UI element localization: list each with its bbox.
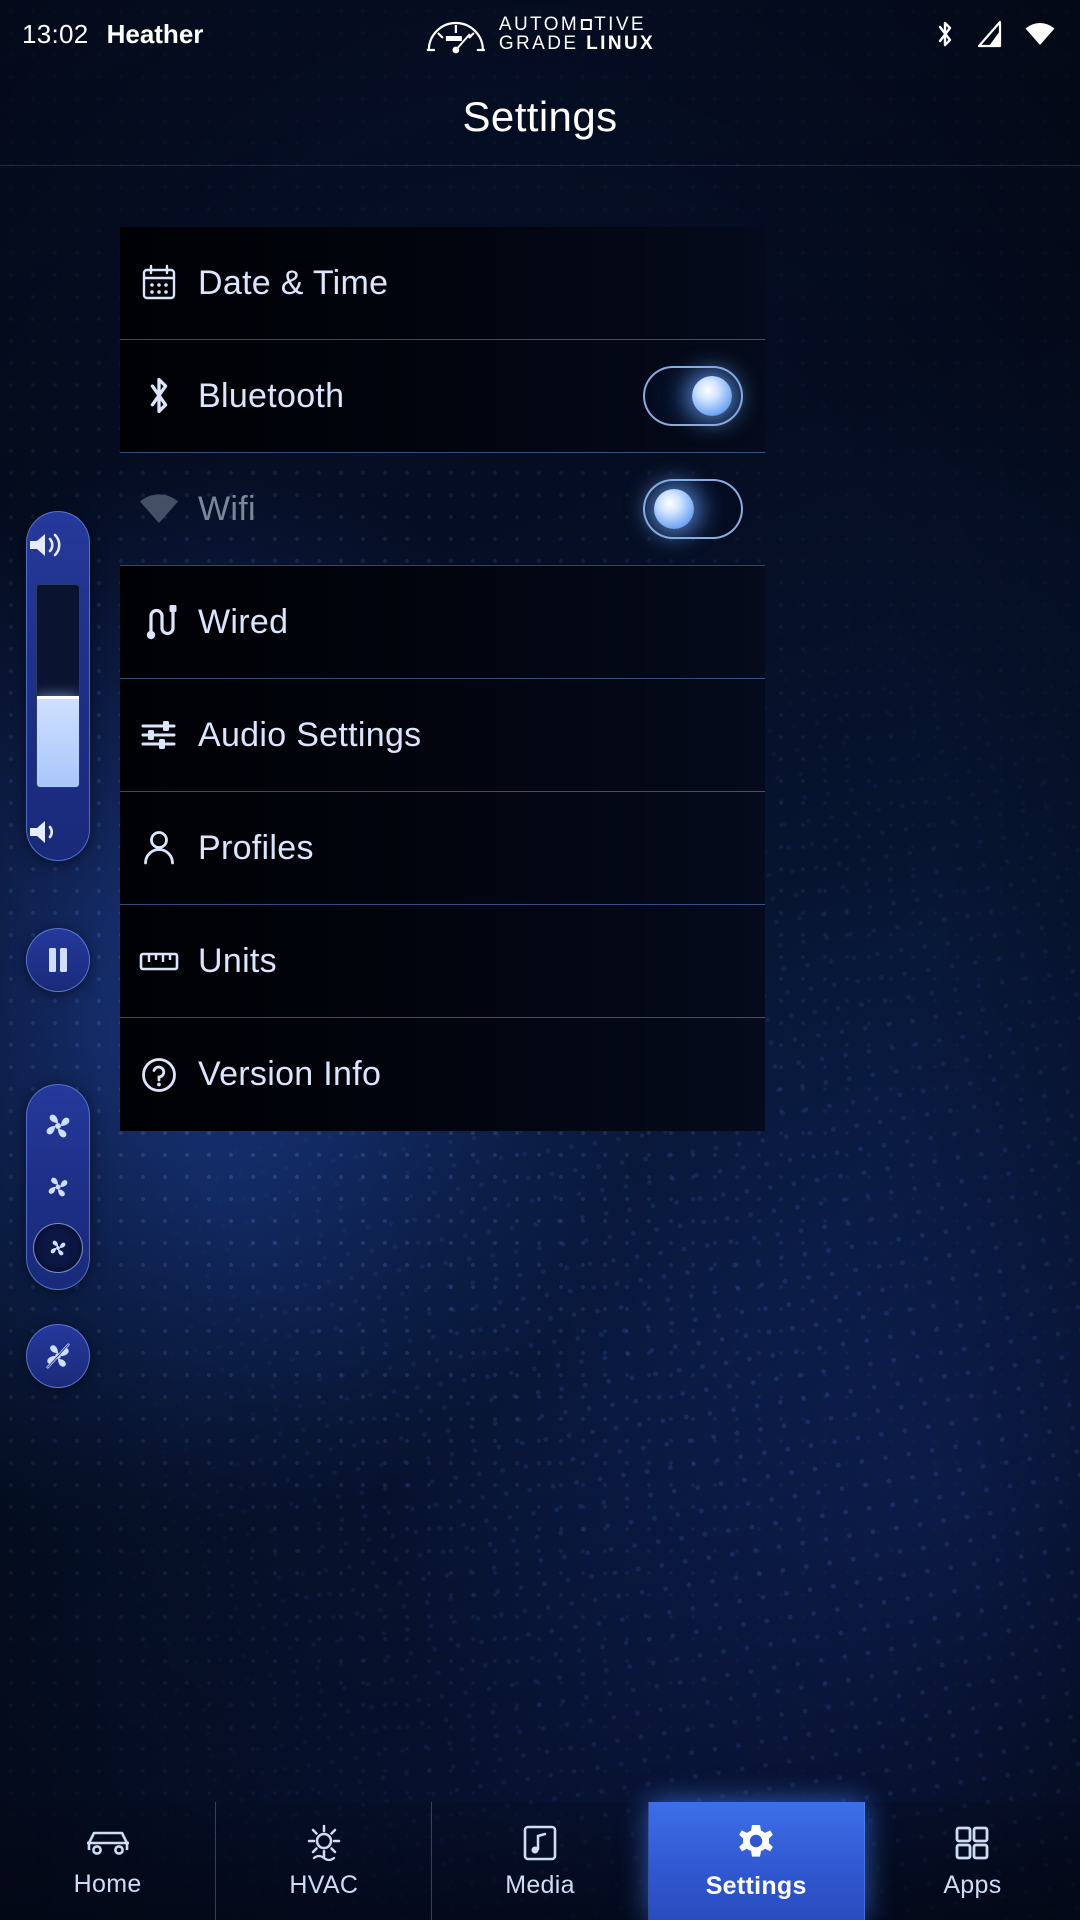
wired-icon: [120, 602, 198, 642]
pause-icon: [46, 946, 70, 974]
logo-line2-part1: GRADE: [498, 33, 579, 54]
nav-item-home[interactable]: Home: [0, 1802, 217, 1920]
settings-item-date-time[interactable]: Date & Time: [120, 227, 765, 340]
settings-list: Date & Time Bluetooth Wifi Wired Audio S…: [120, 227, 765, 1131]
nav-item-label: Media: [505, 1870, 575, 1899]
volume-slider[interactable]: [26, 511, 90, 861]
volume-down-icon[interactable]: [27, 818, 91, 846]
settings-item-label: Audio Settings: [198, 715, 422, 754]
agl-logo: AUTOM TIVE GRADE LINUX: [425, 14, 655, 54]
agl-logo-text: AUTOM TIVE GRADE LINUX: [498, 13, 656, 54]
status-bar-left: 13:02 Heather: [0, 19, 203, 50]
volume-up-icon[interactable]: [27, 530, 91, 560]
speedometer-icon: [425, 14, 487, 54]
person-icon: [120, 829, 198, 867]
wifi-toggle[interactable]: [643, 479, 743, 539]
fan-icon: [50, 1240, 66, 1256]
status-bar: 13:02 Heather AUTOM TIVE GRADE LINUX: [0, 0, 1080, 68]
bluetooth-icon: [934, 18, 956, 50]
wifi-icon: [1024, 21, 1056, 47]
volume-track[interactable]: [36, 584, 80, 788]
sun-fan-icon: [301, 1823, 347, 1863]
fan-speed-low[interactable]: [33, 1223, 83, 1274]
settings-item-wifi[interactable]: Wifi: [120, 453, 765, 566]
settings-item-bluetooth[interactable]: Bluetooth: [120, 340, 765, 453]
bluetooth-icon: [120, 374, 198, 418]
status-bar-right: [934, 18, 1056, 50]
nav-item-hvac[interactable]: HVAC: [216, 1802, 433, 1920]
logo-line1-part2: TIVE: [594, 13, 646, 35]
grid-icon: [952, 1823, 992, 1863]
nav-item-label: HVAC: [289, 1870, 359, 1899]
settings-item-label: Profiles: [198, 828, 314, 867]
logo-square-glyph: [581, 18, 593, 30]
logo-line2-part2: LINUX: [586, 33, 656, 54]
settings-item-units[interactable]: Units: [120, 905, 765, 1018]
fan-icon: [46, 1114, 70, 1138]
page-header: Settings: [0, 68, 1080, 166]
car-icon: [82, 1824, 134, 1862]
left-control-rail: [0, 166, 118, 1800]
question-circle-icon: [120, 1056, 198, 1094]
bluetooth-toggle[interactable]: [643, 366, 743, 426]
nav-item-apps[interactable]: Apps: [865, 1802, 1080, 1920]
settings-item-label: Wired: [198, 602, 289, 641]
settings-item-label: Units: [198, 941, 277, 980]
cellular-signal-icon: [976, 19, 1004, 49]
nav-item-label: Settings: [705, 1871, 807, 1900]
nav-item-label: Apps: [943, 1870, 1002, 1899]
pause-button[interactable]: [26, 928, 90, 992]
toggle-knob: [692, 376, 732, 416]
settings-item-label: Bluetooth: [198, 376, 345, 415]
ruler-icon: [120, 947, 198, 975]
nav-item-label: Home: [73, 1869, 142, 1898]
nav-item-settings[interactable]: Settings: [648, 1802, 865, 1920]
calendar-icon: [120, 264, 198, 302]
nav-item-media[interactable]: Media: [432, 1802, 649, 1920]
page-title: Settings: [462, 92, 618, 140]
settings-item-version-info[interactable]: Version Info: [120, 1018, 765, 1131]
settings-item-wired[interactable]: Wired: [120, 566, 765, 679]
bottom-navigation-bar: Home HVAC Media Settings Apps: [0, 1802, 1080, 1920]
settings-item-profiles[interactable]: Profiles: [120, 792, 765, 905]
clock-time: 13:02: [22, 18, 89, 49]
wifi-icon: [120, 493, 198, 525]
logo-line1-part1: AUTOM: [498, 13, 580, 35]
fan-speed-control[interactable]: [26, 1084, 90, 1290]
toggle-knob: [654, 489, 694, 529]
sliders-icon: [120, 718, 198, 752]
settings-item-label: Version Info: [198, 1055, 382, 1093]
volume-fill: [37, 696, 79, 787]
gear-icon: [735, 1822, 777, 1864]
settings-item-label: Date & Time: [198, 263, 389, 302]
fan-off-button[interactable]: [26, 1324, 90, 1388]
fan-icon: [48, 1177, 68, 1197]
fan-speed-medium[interactable]: [33, 1162, 83, 1212]
settings-item-label: Wifi: [198, 489, 256, 528]
music-note-icon: [520, 1823, 560, 1863]
settings-item-audio-settings[interactable]: Audio Settings: [120, 679, 765, 792]
fan-speed-high[interactable]: [33, 1101, 83, 1151]
fan-off-icon: [42, 1340, 74, 1372]
current-user-name: Heather: [106, 18, 204, 49]
